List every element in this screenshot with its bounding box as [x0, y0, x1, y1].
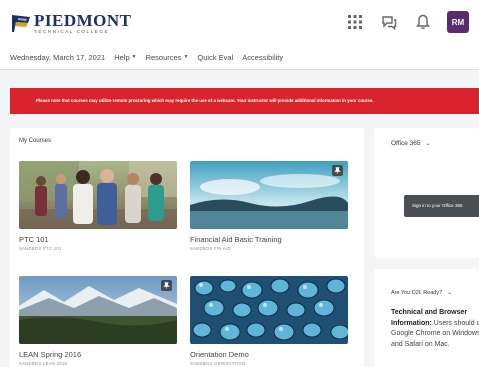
course-name[interactable]: LEAN Spring 2016 [19, 350, 177, 359]
navigation-bar: Wednesday, March 17, 2021 Help ▼ Resourc… [0, 44, 479, 70]
course-image-students[interactable] [19, 161, 177, 229]
my-courses-widget: My Courses PTC 101 SANDBOX PTC 101 Finan… [10, 128, 364, 367]
right-column: Office 365 ⌄ Sign in to your Office 365 … [374, 128, 479, 367]
nav-accessibility[interactable]: Accessibility [242, 53, 283, 62]
course-code: SANDBOX LEAN 2016 [19, 361, 68, 366]
course-tile[interactable]: PTC 101 SANDBOX PTC 101 [19, 161, 177, 251]
grid-icon[interactable] [345, 12, 365, 32]
alert-banner: Please note that courses may utilize rem… [10, 88, 479, 114]
course-name[interactable]: Financial Aid Basic Training [190, 235, 348, 244]
d2l-ready-title[interactable]: Are You D2L Ready? ⌄ [391, 289, 453, 297]
d2l-ready-widget: Are You D2L Ready? ⌄ Technical and Brows… [374, 269, 479, 367]
course-tile[interactable]: LEAN Spring 2016 SANDBOX LEAN 2016 [19, 276, 177, 366]
course-image-landscape[interactable] [190, 161, 348, 229]
pin-icon[interactable] [161, 280, 172, 291]
logo-flag-icon [10, 12, 32, 34]
top-header: PIEDMONT TECHNICAL COLLEGE RM [0, 0, 479, 44]
course-code: SANDBOX ORIENTATION [190, 361, 246, 366]
logo-name: PIEDMONT [34, 10, 132, 30]
course-code: SANDBOX PTC 101 [19, 246, 62, 251]
tech-info-text: Technical and Browser Information: Users… [391, 308, 479, 350]
nav-resources[interactable]: Resources ▼ [146, 53, 189, 62]
user-avatar[interactable]: RM [447, 11, 469, 33]
office365-widget: Office 365 ⌄ Sign in to your Office 365 [374, 128, 479, 258]
chevron-down-icon: ▼ [183, 54, 189, 60]
logo-subtitle: TECHNICAL COLLEGE [34, 28, 110, 34]
office365-signin-button[interactable]: Sign in to your Office 365 [404, 195, 479, 217]
pin-icon[interactable] [332, 165, 343, 176]
nav-date: Wednesday, March 17, 2021 [10, 52, 106, 62]
chevron-down-icon: ⌄ [425, 141, 431, 147]
course-image-water-drops[interactable] [190, 276, 348, 344]
course-tile[interactable]: Orientation Demo SANDBOX ORIENTATION [190, 276, 348, 366]
bell-icon[interactable] [413, 12, 433, 32]
nav-menu: Wednesday, March 17, 2021 Help ▼ Resourc… [0, 44, 479, 70]
course-name[interactable]: Orientation Demo [190, 350, 348, 359]
course-code: SANDBOX FIN AID [190, 246, 231, 251]
header-actions: RM [345, 10, 469, 34]
chevron-down-icon: ⌄ [447, 290, 453, 296]
chat-icon[interactable] [379, 12, 399, 32]
course-image-mountains[interactable] [19, 276, 177, 344]
course-tile[interactable]: Financial Aid Basic Training SANDBOX FIN… [190, 161, 348, 251]
my-courses-title: My Courses [19, 138, 52, 144]
nav-help[interactable]: Help ▼ [114, 53, 136, 62]
course-name[interactable]: PTC 101 [19, 235, 177, 244]
college-logo[interactable]: PIEDMONT TECHNICAL COLLEGE [10, 8, 132, 38]
office365-title[interactable]: Office 365 ⌄ [391, 140, 431, 147]
chevron-down-icon: ▼ [131, 54, 137, 60]
nav-quick-eval[interactable]: Quick Eval [197, 53, 233, 62]
